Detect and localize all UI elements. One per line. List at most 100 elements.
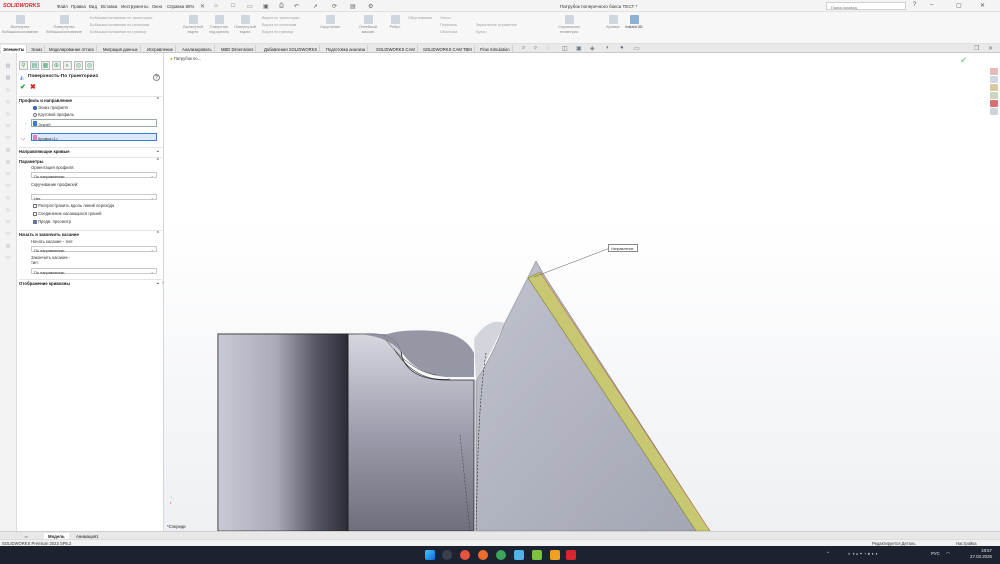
tab-sketch[interactable]: Эскиз (29, 45, 46, 53)
options-gear-icon[interactable]: ⚙ (368, 3, 373, 10)
file-explorer-taskbar-icon[interactable] (550, 550, 560, 560)
tray-icons[interactable]: ◐ ◑ ◒ ◓ ◔ ◕ ◖ ◗ (848, 551, 878, 556)
dome-button[interactable]: Купол (476, 30, 486, 34)
section-curvature-display[interactable]: Отображение кривизны ⌄ (19, 279, 162, 286)
section-profile-direction[interactable]: Профиль и направление ⌃ (19, 96, 162, 103)
feature-tree-root[interactable]: ● Патрубок по... (170, 56, 201, 61)
tree-item-icon[interactable]: ▤ (4, 63, 12, 70)
tree-item-icon[interactable]: ◎ (4, 147, 12, 154)
wrap-button[interactable]: Обертывание (408, 16, 432, 20)
undo-icon[interactable]: ↶ (294, 3, 299, 10)
chrome-icon[interactable] (496, 550, 506, 560)
tree-item-icon[interactable]: ◇ (4, 207, 12, 214)
tab-evaluate[interactable]: Анализировать (180, 45, 215, 53)
hide-show-icon[interactable]: ◐ (606, 45, 610, 51)
config-manager-tab[interactable]: ▦ (41, 61, 50, 70)
tray-chevron-icon[interactable]: ⌃ (826, 551, 830, 557)
browser-app-icon[interactable] (460, 550, 470, 560)
zoom-area-icon[interactable]: ⌕ (534, 45, 537, 52)
sweep-cut-button[interactable]: Вырез по траектории (262, 16, 299, 20)
view-orientation-icon[interactable]: ▣ (576, 45, 582, 52)
close-icon[interactable]: ✕ (980, 2, 985, 9)
checkbox[interactable] (33, 211, 37, 216)
loft-cut-button[interactable]: Вырез по сечениям (262, 23, 296, 27)
resources-icon[interactable] (990, 68, 998, 75)
help-icon[interactable]: ? (913, 2, 916, 8)
confirmation-corner-icon[interactable]: ✔ (960, 55, 968, 66)
profile-field[interactable]: Эскиз9 (31, 119, 157, 127)
tab-flow-simulation[interactable]: Flow Simulation (478, 45, 513, 53)
end-tangency-select[interactable]: По направлению ⌄ (31, 268, 157, 275)
radio-sketch-profile[interactable]: Эскиз профиля (33, 105, 68, 110)
save-icon[interactable]: ▣ (263, 3, 269, 10)
property-manager-tab[interactable]: ▤ (30, 61, 39, 70)
app-icon[interactable] (514, 550, 524, 560)
file-explorer-icon[interactable] (990, 84, 998, 91)
dimxpert-tab[interactable]: ⊕ (52, 61, 61, 70)
boundary-cut-button[interactable]: Вырез по границе (262, 30, 294, 34)
radio-button[interactable] (33, 112, 37, 117)
custom-properties-icon[interactable] (990, 108, 998, 115)
tab-cam-tbm[interactable]: SOLIDWORKS CAM TBM (421, 45, 475, 53)
tree-item-icon[interactable]: ◎ (4, 159, 12, 166)
boundary-boss-button[interactable]: Бобышка/основание на границе (90, 30, 147, 34)
tree-item-icon[interactable]: ▭ (4, 171, 12, 178)
tree-item-icon[interactable]: ▭ (4, 231, 12, 238)
new-document-icon[interactable]: □ (231, 3, 235, 9)
checkbox-preview[interactable]: Предв. просмотр (33, 219, 71, 224)
curves-button[interactable]: Кривые (604, 15, 622, 30)
tab-repair[interactable]: Исправление (145, 45, 176, 53)
mirror-button[interactable]: Зеркальное отражение (476, 23, 517, 27)
graphics-viewport[interactable]: ● Патрубок по... Направление ✔ ↑ ▪ *Спере… (164, 53, 1000, 531)
section-options[interactable]: Параметры ⌃ (19, 157, 162, 164)
menu-window[interactable]: Окно (152, 4, 162, 9)
orientation-select[interactable]: По направлению ⌄ (31, 172, 157, 179)
tree-item-icon[interactable]: ◇ (4, 87, 12, 94)
select-icon[interactable]: ➚ (313, 3, 318, 10)
pipe-cylinder[interactable] (217, 333, 349, 531)
appearances-icon[interactable] (990, 100, 998, 107)
menu-file[interactable]: Файл (57, 4, 68, 9)
cam-tbm-tab[interactable]: ◎ (85, 61, 94, 70)
pin-icon[interactable]: ✕ (200, 3, 205, 10)
display-style-icon[interactable]: ◈ (590, 45, 595, 52)
tree-item-icon[interactable]: ◇ (4, 99, 12, 106)
fillet-button[interactable]: Скругление (318, 15, 342, 30)
menu-insert[interactable]: Вставка (101, 4, 117, 9)
tree-item-icon[interactable]: ◇ (4, 195, 12, 202)
extrude-boss-button[interactable]: Вытянутая бобышка/основание (2, 15, 38, 34)
tree-item-icon[interactable]: ◎ (4, 243, 12, 250)
tab-data-migration[interactable]: Миграция данных (101, 45, 141, 53)
maximize-icon[interactable]: ▢ (956, 2, 962, 9)
appearance-icon[interactable]: ● (620, 45, 624, 51)
section-guide-curves[interactable]: Направляющие кривые ⌄ (19, 147, 162, 154)
viewport-restore-icon[interactable]: ❐ (974, 45, 979, 52)
radio-button[interactable] (33, 105, 37, 110)
tab-features[interactable]: Элементы (1, 45, 28, 53)
extrude-cut-button[interactable]: Вытянутый вырез (180, 15, 206, 34)
tab-addins[interactable]: Добавления SOLIDWORKS (262, 45, 321, 53)
checkbox-propagate[interactable]: Распространить вдоль линий перехода (33, 203, 114, 208)
tree-item-icon[interactable]: ▭ (4, 123, 12, 130)
radio-circular-profile[interactable]: Круговой профиль (33, 112, 74, 117)
open-icon[interactable]: ▭ (247, 3, 253, 10)
menu-view[interactable]: Вид (89, 4, 97, 9)
revolve-boss-button[interactable]: Повернутая бобышка/основание (46, 15, 82, 34)
checkbox-merge-tangent[interactable]: Соединение касающихся граней (33, 211, 102, 216)
zoom-icon[interactable]: ⌕ (522, 45, 525, 52)
tab-cam[interactable]: SOLIDWORKS CAM (374, 45, 418, 53)
ref-geometry-button[interactable]: Справочная геометрия (556, 15, 582, 34)
cam-manager-tab[interactable]: ◎ (74, 61, 83, 70)
hole-wizard-button[interactable]: Отверстие под крепеж (206, 15, 232, 34)
previous-view-icon[interactable]: ◌ (546, 45, 550, 51)
path-field[interactable]: Кромка<1> (31, 133, 157, 141)
section-view-icon[interactable]: ◫ (562, 45, 568, 52)
menu-edit[interactable]: Правка (71, 4, 86, 9)
file-properties-icon[interactable]: ▤ (350, 3, 356, 10)
tree-item-icon[interactable]: ▤ (4, 75, 12, 82)
start-icon[interactable] (425, 550, 435, 560)
view-palette-icon[interactable] (990, 92, 998, 99)
intersect-button[interactable]: Пересечь (440, 23, 457, 27)
rib-button[interactable]: Ребро (386, 15, 404, 30)
tab-mbd[interactable]: MBD Dimensions (219, 45, 257, 53)
